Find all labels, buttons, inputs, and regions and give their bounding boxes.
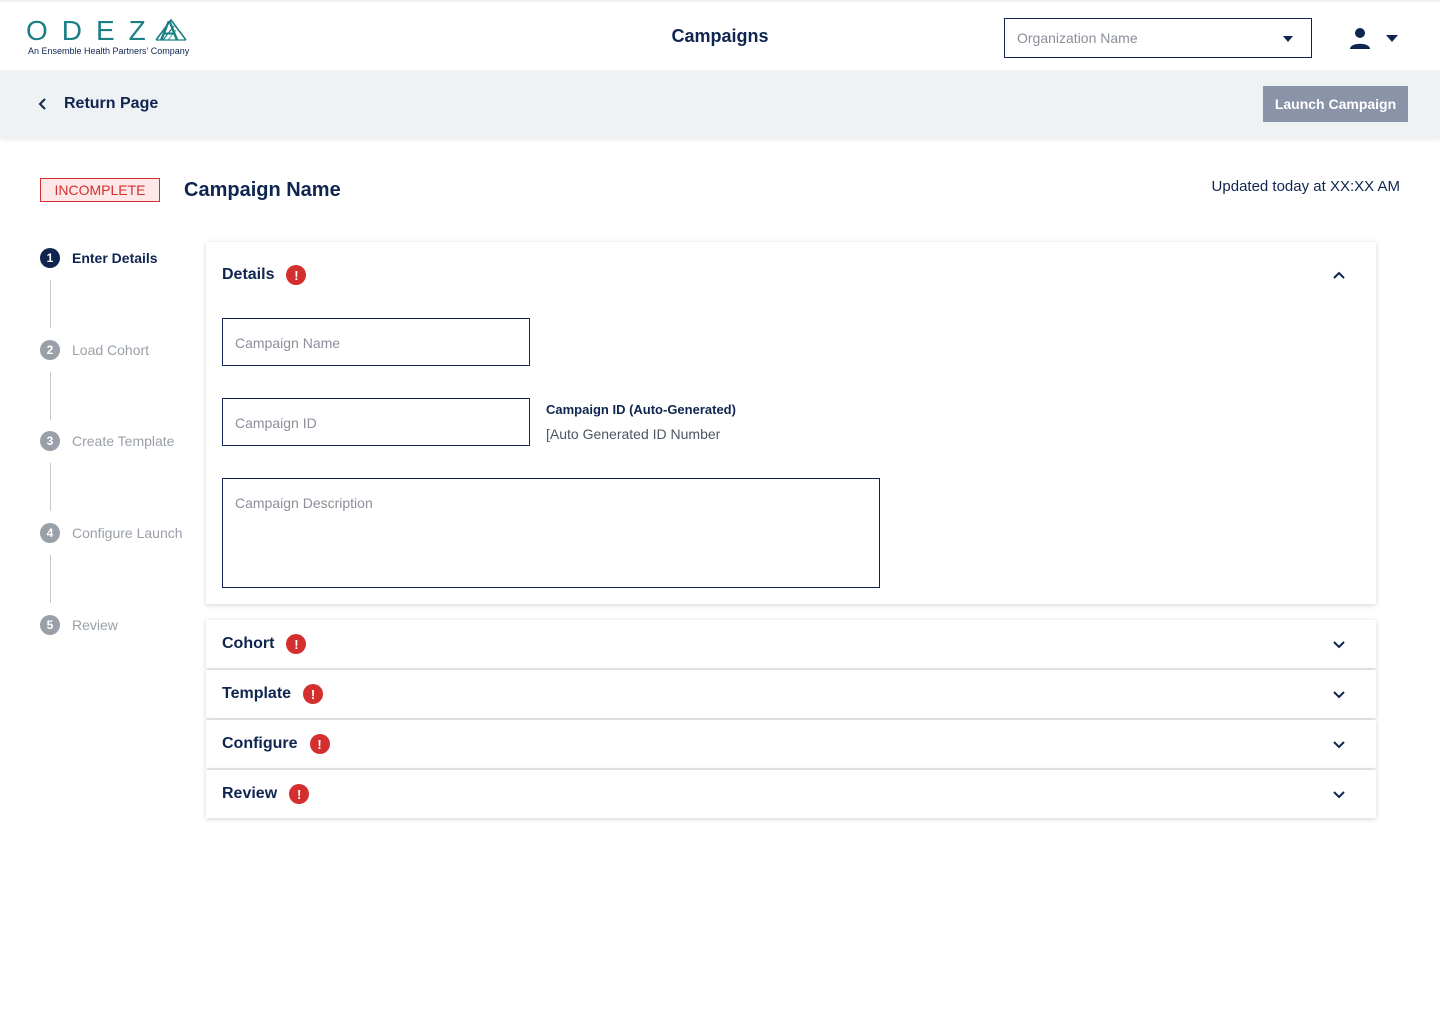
logo-wordmark: ODEZA: [26, 15, 193, 46]
campaign-name-input[interactable]: Campaign Name: [222, 318, 530, 366]
user-icon: [1350, 28, 1370, 49]
campaign-title: Campaign Name: [184, 179, 341, 201]
cohort-section[interactable]: Cohort !: [206, 620, 1376, 668]
campaign-id-value: [Auto Generated ID Number: [546, 426, 721, 442]
campaign-description-textarea[interactable]: Campaign Description: [222, 478, 880, 588]
step-number: 2: [40, 340, 60, 360]
section-title: Configure: [222, 735, 298, 752]
error-alert-icon: !: [309, 734, 330, 754]
odeza-logo[interactable]: ODEZA An Ensemble Health Partners' Compa…: [26, 16, 196, 60]
review-section[interactable]: Review !: [206, 770, 1376, 818]
section-title: Template: [222, 685, 292, 702]
step-enter-details[interactable]: 1 Enter Details: [40, 248, 158, 268]
campaign-id-label: Campaign ID (Auto-Generated): [546, 402, 736, 417]
step-configure-launch[interactable]: 4 Configure Launch: [40, 523, 183, 543]
section-title: Details: [222, 266, 275, 283]
chevron-left-icon: [38, 98, 46, 110]
organization-select-placeholder: Organization Name: [1017, 30, 1138, 46]
user-menu-caret-icon: [1386, 35, 1398, 42]
configure-section-header[interactable]: Configure !: [222, 720, 330, 768]
error-alert-icon: !: [286, 265, 307, 285]
error-alert-icon: !: [303, 684, 324, 704]
template-section[interactable]: Template !: [206, 670, 1376, 718]
campaign-id-placeholder: Campaign ID: [235, 415, 317, 431]
chevron-down-icon[interactable]: [1332, 738, 1346, 752]
step-connector: [50, 463, 51, 511]
step-label: Create Template: [72, 433, 175, 449]
return-page-label: Return Page: [64, 95, 159, 112]
chevron-down-icon[interactable]: [1332, 638, 1346, 652]
chevron-down-icon: [1283, 36, 1293, 42]
step-load-cohort[interactable]: 2 Load Cohort: [40, 340, 149, 360]
details-section-header[interactable]: Details !: [222, 242, 307, 308]
review-section-header[interactable]: Review !: [222, 770, 310, 818]
launch-campaign-button[interactable]: Launch Campaign: [1263, 86, 1408, 122]
template-section-header[interactable]: Template !: [222, 670, 324, 718]
step-label: Review: [72, 617, 118, 633]
details-section: Details ! Campaign Name Campaign ID Camp…: [206, 242, 1376, 604]
top-bar: ODEZA An Ensemble Health Partners' Compa…: [0, 0, 1440, 70]
step-connector: [50, 555, 51, 603]
campaign-name-placeholder: Campaign Name: [235, 335, 341, 351]
step-review[interactable]: 5 Review: [40, 615, 118, 635]
step-label: Load Cohort: [72, 342, 150, 358]
step-label: Enter Details: [72, 250, 158, 266]
step-label: Configure Launch: [72, 525, 183, 541]
chevron-down-icon[interactable]: [1332, 788, 1346, 802]
action-bar: Return Page Launch Campaign: [0, 70, 1440, 138]
return-page-link[interactable]: Return Page: [36, 92, 158, 116]
step-connector: [50, 280, 51, 328]
step-number: 4: [40, 523, 60, 543]
configure-section[interactable]: Configure !: [206, 720, 1376, 768]
chevron-down-icon[interactable]: [1332, 688, 1346, 702]
chevron-up-icon[interactable]: [1332, 268, 1346, 282]
step-number: 5: [40, 615, 60, 635]
user-menu[interactable]: [1344, 22, 1404, 54]
cohort-section-header[interactable]: Cohort !: [222, 620, 307, 668]
updated-timestamp: Updated today at XX:XX AM: [1211, 178, 1400, 195]
campaign-description-placeholder: Campaign Description: [235, 495, 373, 511]
section-title: Review: [222, 785, 278, 802]
error-alert-icon: !: [289, 784, 310, 804]
campaign-id-input[interactable]: Campaign ID: [222, 398, 530, 446]
step-number: 1: [40, 248, 60, 268]
step-number: 3: [40, 431, 60, 451]
step-connector: [50, 372, 51, 420]
logo-tagline: An Ensemble Health Partners' Company: [28, 46, 190, 56]
status-badge: INCOMPLETE: [40, 178, 160, 202]
section-title: Cohort: [222, 635, 275, 652]
error-alert-icon: !: [286, 634, 307, 654]
step-create-template[interactable]: 3 Create Template: [40, 431, 174, 451]
organization-select[interactable]: Organization Name: [1004, 18, 1312, 58]
